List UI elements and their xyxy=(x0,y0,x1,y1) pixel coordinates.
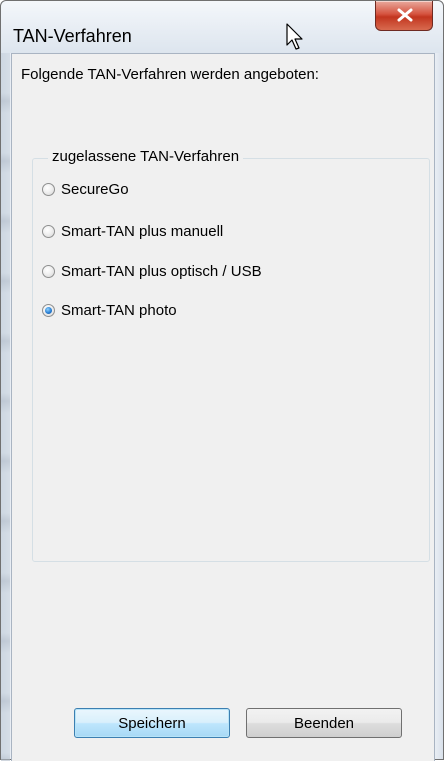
radio-button-icon[interactable] xyxy=(42,182,55,196)
dialog-body: Folgende TAN-Verfahren werden angeboten:… xyxy=(11,53,435,761)
radio-securego[interactable]: SecureGo xyxy=(42,178,129,200)
close-icon xyxy=(397,8,413,22)
radio-smart-tan-photo[interactable]: Smart-TAN photo xyxy=(42,299,177,321)
groupbox-legend: zugelassene TAN-Verfahren xyxy=(48,148,244,165)
radio-smart-tan-plus-manuell[interactable]: Smart-TAN plus manuell xyxy=(42,220,223,242)
mouse-cursor-icon xyxy=(286,23,303,50)
window-title: TAN-Verfahren xyxy=(13,26,132,46)
radio-smart-tan-plus-optisch-usb[interactable]: Smart-TAN plus optisch / USB xyxy=(42,260,262,282)
radio-label: Smart-TAN photo xyxy=(61,301,177,319)
dialog-window: TAN-Verfahren Folgende TAN-Verfahren wer… xyxy=(0,0,444,761)
close-button[interactable] xyxy=(375,1,433,31)
window-frame-edge xyxy=(1,53,10,761)
radio-label: Smart-TAN plus optisch / USB xyxy=(61,262,262,280)
radio-button-icon[interactable] xyxy=(42,264,55,278)
radio-label: SecureGo xyxy=(61,180,129,198)
save-button[interactable]: Speichern xyxy=(74,708,230,738)
radio-button-icon[interactable] xyxy=(42,224,55,238)
radio-button-selected-icon[interactable] xyxy=(42,303,55,317)
tan-method-groupbox xyxy=(32,158,430,562)
exit-button[interactable]: Beenden xyxy=(246,708,402,738)
intro-label: Folgende TAN-Verfahren werden angeboten: xyxy=(21,66,319,83)
title-bar[interactable]: TAN-Verfahren xyxy=(1,1,443,53)
radio-label: Smart-TAN plus manuell xyxy=(61,222,224,240)
